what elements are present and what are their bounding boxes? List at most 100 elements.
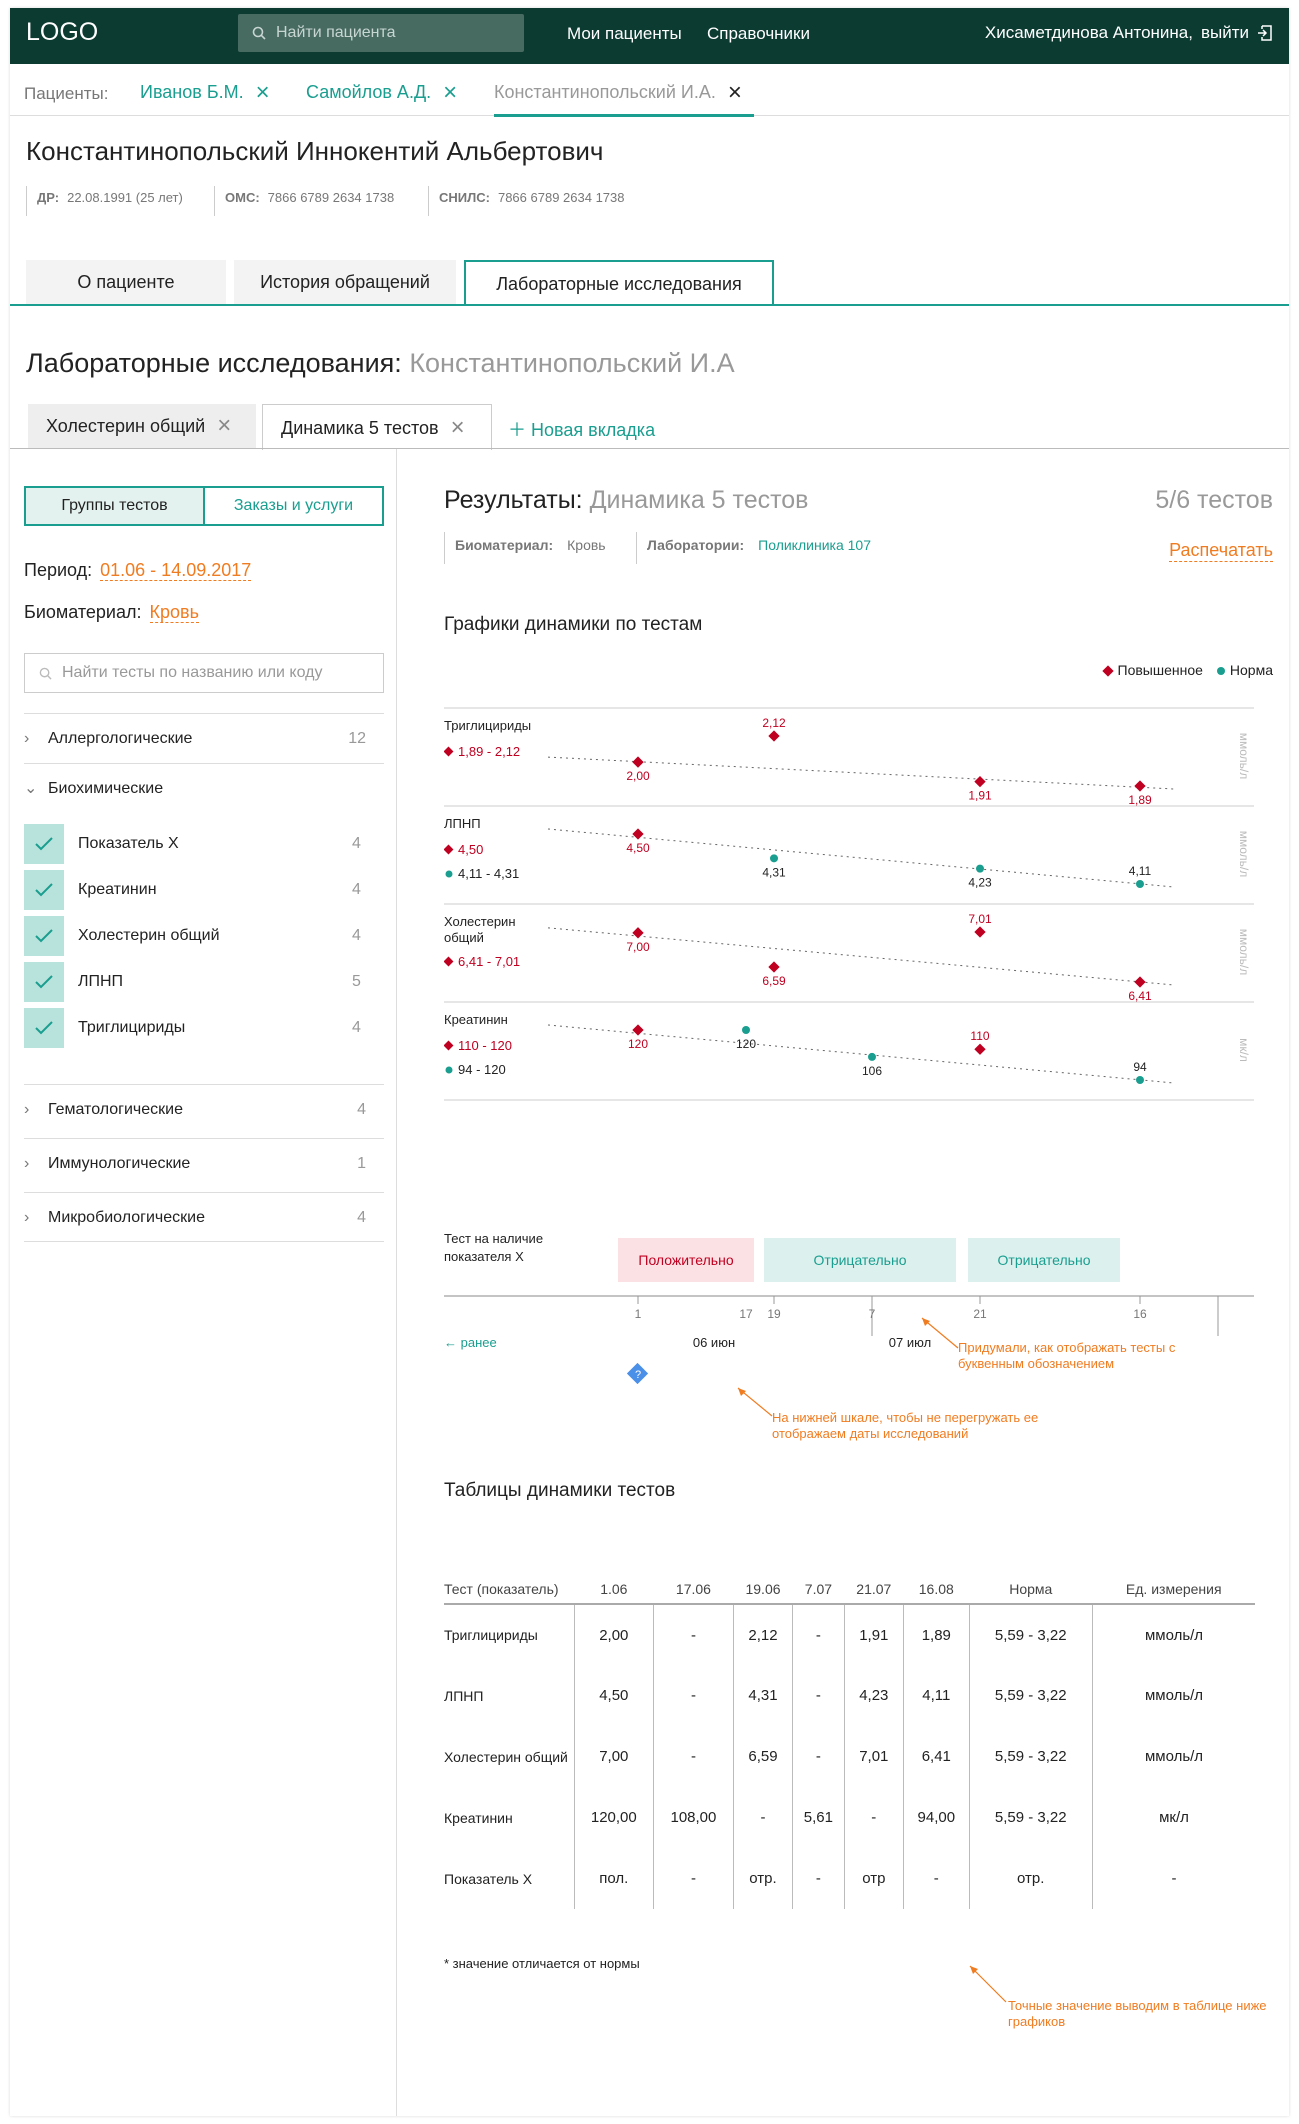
close-icon[interactable]: ×: [443, 80, 457, 104]
results-title-text: Результаты:: [444, 486, 583, 514]
series-label: Триглицириды: [444, 718, 531, 733]
patients-label: Пациенты:: [24, 84, 109, 103]
patient-tabs: Пациенты: Иванов Б.М. × Самойлов А.Д. × Ко…: [10, 64, 1289, 117]
checkbox-triglycerides[interactable]: [24, 1008, 64, 1048]
checkbox-cholesterol[interactable]: [24, 916, 64, 956]
checkbox-ldl[interactable]: [24, 962, 64, 1002]
point-high: [974, 775, 986, 788]
new-tab-button[interactable]: ＋ Новая вкладка: [508, 416, 655, 442]
group-label: Иммунологические: [48, 1155, 191, 1172]
page: LOGO Найти пациента Мои пациенты Справоч…: [10, 8, 1289, 2116]
close-icon[interactable]: ×: [256, 80, 270, 104]
chart-legend: Повышенное Норма: [1101, 662, 1273, 678]
range-norm-marker: [445, 870, 453, 878]
checkbox-creatinine[interactable]: [24, 870, 64, 910]
results-count: 5/6 тестов: [1155, 486, 1273, 514]
table-cell: ммоль/л: [1092, 1726, 1255, 1787]
col-header: Норма: [969, 1574, 1093, 1605]
test-count: 4: [352, 927, 361, 944]
bio-value: Кровь: [567, 537, 606, 553]
table-cell: 7,01: [843, 1726, 904, 1787]
lab-value[interactable]: Поликлиника 107: [758, 537, 871, 553]
patient-tab-konst[interactable]: Константинопольский И.А. ×: [494, 80, 742, 104]
biomaterial-value[interactable]: Кровь: [149, 602, 199, 623]
group-allergy[interactable]: › Аллергологические 12: [24, 713, 384, 763]
close-icon[interactable]: ×: [217, 404, 231, 448]
point-value: 7,01: [968, 912, 992, 926]
logout-icon[interactable]: [1257, 25, 1273, 41]
results-biomaterial: Биоматериал: Кровь: [444, 532, 606, 564]
period-value[interactable]: 01.06 - 14.09.2017: [100, 560, 252, 581]
diamond-icon: [1101, 665, 1114, 677]
point-high: [632, 756, 644, 768]
table-cell: отр.: [732, 1848, 793, 1909]
groups-button[interactable]: Группы тестов: [26, 488, 205, 524]
tab-about[interactable]: О пациенте: [26, 260, 226, 304]
subtab-dynamics[interactable]: Динамика 5 тестов ×: [262, 404, 492, 450]
logout-link[interactable]: выйти: [1201, 23, 1249, 43]
qual-result-2: Отрицательно: [764, 1238, 956, 1282]
table-cell: пол.: [573, 1848, 654, 1909]
user-menu: Хисаметдинова Антонина, выйти: [985, 23, 1273, 43]
table-cell: 2,00: [573, 1604, 654, 1665]
group-count: 4: [357, 1101, 366, 1118]
nav-my-patients[interactable]: Мои пациенты: [567, 24, 682, 44]
earlier-link[interactable]: ← ранее: [444, 1335, 497, 1350]
group-hematology[interactable]: › Гематологические 4: [24, 1084, 384, 1134]
table-cell: 1,89: [903, 1604, 970, 1665]
table-cell: 94,00: [903, 1787, 970, 1848]
dynamics-table: Тест (показатель) 1.06 17.06 19.06 7.07 …: [444, 1574, 1255, 1909]
subtab-cholesterol[interactable]: Холестерин общий ×: [28, 404, 256, 448]
results-lab: Лаборатории: Поликлиника 107: [636, 532, 871, 564]
check-icon: [35, 883, 53, 897]
arrow-head: [738, 1388, 746, 1396]
point-high: [632, 1024, 644, 1036]
point-high: [632, 927, 644, 939]
point-high: [768, 730, 780, 742]
range-norm-label: 94 - 120: [458, 1062, 506, 1077]
patient-snils: СНИЛС: 7866 6789 2634 1738: [428, 186, 624, 216]
chevron-right-icon: ›: [24, 1101, 30, 1118]
group-biochem[interactable]: ⌄ Биохимические: [24, 763, 384, 813]
table-cell: 5,59 - 3,22: [968, 1665, 1093, 1726]
print-button[interactable]: Распечатать: [1169, 540, 1273, 562]
test-label: Триглицириды: [78, 1019, 186, 1036]
dob-label: ДР:: [37, 190, 60, 205]
table-cell: 4,31: [732, 1665, 793, 1726]
patient-tab-ivanov[interactable]: Иванов Б.М. ×: [140, 80, 270, 104]
close-icon[interactable]: ×: [451, 406, 465, 450]
table-cell: 7,00: [573, 1726, 654, 1787]
tab-lab[interactable]: Лабораторные исследования: [464, 260, 774, 306]
table-cell: мк/л: [1092, 1787, 1255, 1848]
search-icon: [39, 667, 52, 680]
group-count: 12: [348, 730, 366, 747]
search-placeholder: Найти тесты по названию или коду: [62, 664, 323, 681]
tab-history[interactable]: История обращений: [234, 260, 456, 304]
close-icon[interactable]: ×: [728, 80, 742, 104]
point-high: [1134, 976, 1146, 988]
col-header: 21.07: [844, 1574, 904, 1605]
series-label: Холестерин: [444, 914, 516, 929]
group-immunology[interactable]: › Иммунологические 1: [24, 1138, 384, 1188]
patient-tab-samoylov[interactable]: Самойлов А.Д. ×: [306, 80, 457, 104]
test-search-input[interactable]: Найти тесты по названию или коду: [24, 653, 384, 693]
patient-search-input[interactable]: Найти пациента: [238, 14, 524, 52]
group-label: Биохимические: [48, 780, 164, 797]
table-cell: 4,50: [573, 1665, 654, 1726]
point-high: [974, 1043, 986, 1055]
new-tab-label: Новая вкладка: [531, 420, 656, 440]
group-label: Микробиологические: [48, 1209, 205, 1226]
point-norm: [868, 1052, 876, 1061]
orders-button[interactable]: Заказы и услуги: [205, 488, 382, 524]
test-label: Холестерин общий: [78, 927, 220, 944]
test-label: Показатель X: [78, 835, 179, 852]
table-header: Тест (показатель) 1.06 17.06 19.06 7.07 …: [444, 1574, 1255, 1605]
nav-directories[interactable]: Справочники: [707, 24, 810, 44]
group-microbiology[interactable]: › Микробиологические 4: [24, 1192, 384, 1242]
top-bar: LOGO Найти пациента Мои пациенты Справоч…: [10, 8, 1289, 64]
point-norm: [770, 854, 778, 863]
subtab-label: Динамика 5 тестов: [281, 417, 439, 438]
checkbox-indicator-x[interactable]: [24, 824, 64, 864]
plus-icon: ＋: [508, 420, 532, 440]
note-table: Точные значение выводим в таблице ниже г…: [1008, 1998, 1267, 2029]
